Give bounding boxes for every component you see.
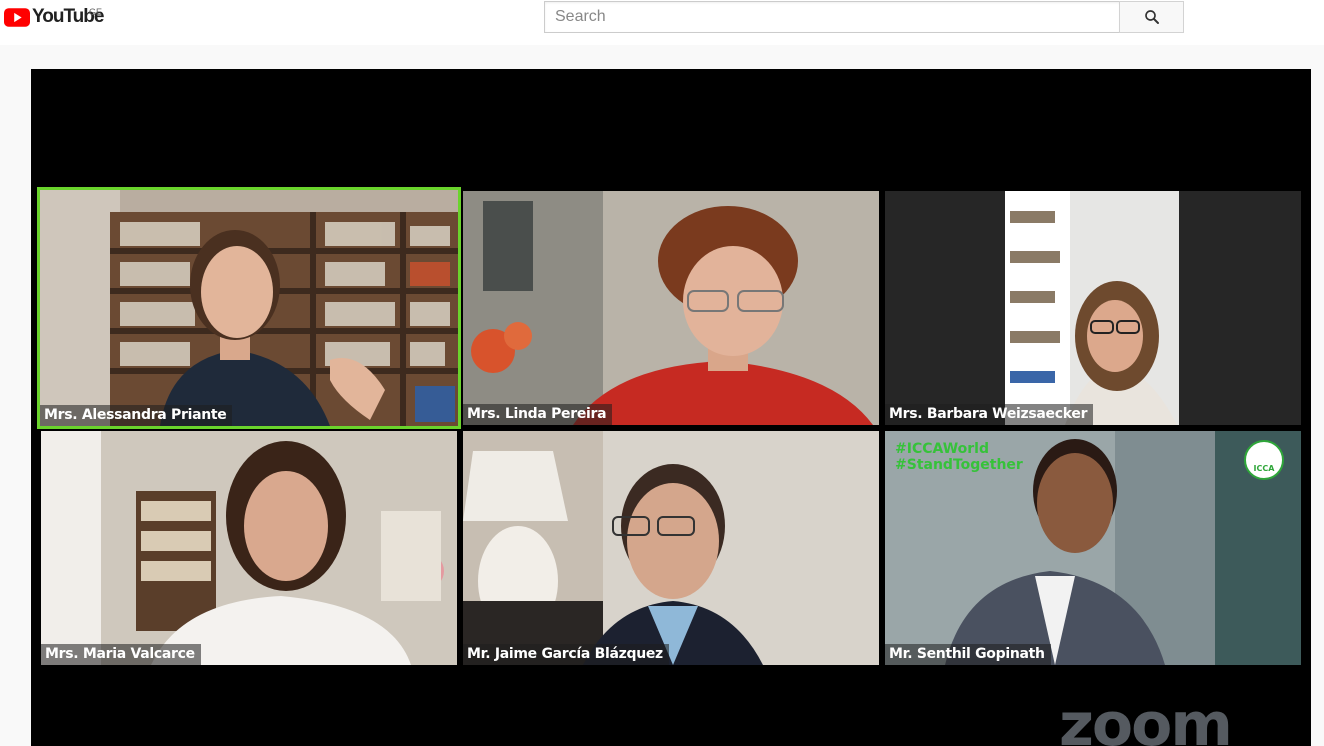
hashtag-banner: #ICCAWorld #StandTogether (895, 441, 1023, 473)
participant-video (463, 191, 879, 425)
zoom-logo: zoom (1059, 690, 1233, 746)
participant-tile-barbara-weizsaecker: Mrs. Barbara Weizsaecker (885, 191, 1301, 425)
participant-name: Mrs. Linda Pereira (463, 404, 613, 425)
participant-name: Mrs. Maria Valcarce (41, 644, 201, 665)
participant-tile-senthil-gopinath: #ICCAWorld #StandTogether ICCA Mr. Senth… (885, 431, 1301, 665)
hashtag-line-1: #ICCAWorld (895, 441, 989, 457)
participant-video (885, 191, 1301, 425)
participant-name: Mr. Jaime García Blázquez (463, 644, 669, 665)
participant-video (463, 431, 879, 665)
icca-badge: ICCA (1244, 440, 1284, 480)
participant-name: Mr. Senthil Gopinath (885, 644, 1051, 665)
masthead: YouTube GE (0, 0, 1324, 45)
youtube-logo[interactable]: YouTube GE (4, 6, 104, 28)
country-code: GE (89, 7, 103, 17)
participant-tile-linda-pereira: Mrs. Linda Pereira (463, 191, 879, 425)
participant-video (41, 431, 457, 665)
youtube-play-icon (4, 7, 30, 27)
video-player[interactable]: Mrs. Alessandra Priante Mrs. Linda Perei… (31, 69, 1311, 746)
icca-badge-text: ICCA (1253, 464, 1275, 473)
participant-video (40, 190, 458, 426)
participant-name: Mrs. Barbara Weizsaecker (885, 404, 1094, 425)
participant-tile-alessandra-priante: Mrs. Alessandra Priante (37, 187, 461, 429)
search-button[interactable] (1119, 1, 1184, 33)
search-icon (1144, 10, 1159, 24)
participant-tile-jaime-garcia-blazquez: Mr. Jaime García Blázquez (463, 431, 879, 665)
search-input[interactable] (544, 1, 1120, 33)
hashtag-line-2: #StandTogether (895, 457, 1023, 473)
participant-name: Mrs. Alessandra Priante (40, 405, 233, 426)
participant-tile-maria-valcarce: Mrs. Maria Valcarce (41, 431, 457, 665)
